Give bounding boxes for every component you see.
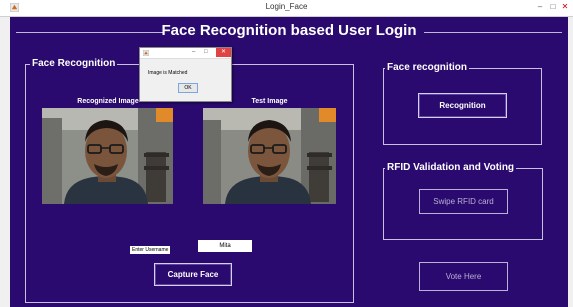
panel-title: Face Recognition: [30, 58, 118, 70]
figure-area: Face Recognition based User Login Face R…: [10, 17, 568, 307]
dialog-minimize-button[interactable]: –: [192, 48, 195, 57]
dialog-close-button[interactable]: ✕: [216, 48, 231, 57]
maximize-button[interactable]: □: [547, 2, 559, 11]
title-rule-right: [424, 32, 562, 33]
recognition-button[interactable]: Recognition: [418, 93, 507, 118]
username-input[interactable]: Mita: [198, 240, 252, 252]
dialog-maximize-button[interactable]: □: [204, 48, 208, 57]
test-image: [203, 108, 336, 204]
page-title: Face Recognition based User Login: [161, 22, 417, 39]
rfid-panel: RFID Validation and Voting Swipe RFID ca…: [383, 162, 543, 240]
minimize-button[interactable]: –: [534, 2, 546, 11]
message-dialog: – □ ✕ Image is Matched OK: [139, 47, 232, 102]
close-button[interactable]: ✕: [559, 2, 571, 11]
recognition-panel: Face recognition Recognition: [383, 62, 542, 145]
dialog-message: Image is Matched: [148, 70, 188, 76]
recognized-image: [42, 108, 173, 204]
swipe-rfid-button[interactable]: Swipe RFID card: [419, 189, 508, 214]
capture-face-button[interactable]: Capture Face: [154, 263, 232, 286]
ok-button[interactable]: OK: [178, 83, 198, 93]
panel-title: Face recognition: [385, 62, 470, 74]
vote-here-button[interactable]: Vote Here: [419, 262, 508, 291]
window-titlebar: Login_Face – □ ✕: [0, 0, 573, 17]
matlab-icon: [143, 50, 149, 56]
username-label: Enter Username: [130, 246, 171, 254]
window-title: Login_Face: [265, 2, 308, 11]
panel-title: RFID Validation and Voting: [385, 162, 517, 174]
dialog-titlebar: – □ ✕: [140, 48, 231, 59]
